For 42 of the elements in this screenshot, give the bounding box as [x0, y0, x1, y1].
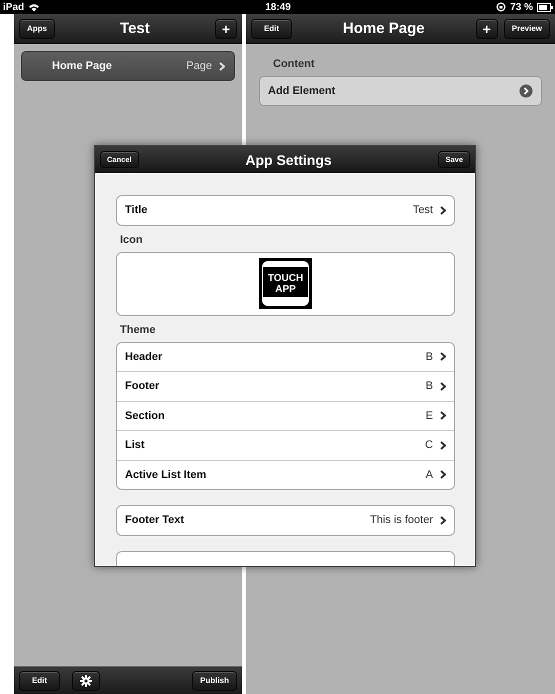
chevron-icon: [219, 62, 225, 70]
list-row[interactable]: Add Element: [259, 76, 542, 106]
section-label: Theme: [119, 324, 156, 338]
battery-icon: [536, 2, 553, 12]
section-label: Content: [272, 58, 316, 72]
chevron-icon: [440, 206, 446, 215]
wifi-icon: [28, 2, 40, 12]
settings-row[interactable]: List C: [117, 430, 454, 460]
settings-row[interactable]: Footer B: [117, 371, 454, 400]
add-button[interactable]: +: [214, 18, 237, 38]
publish-button[interactable]: Publish: [192, 670, 237, 690]
settings-icon: [80, 674, 92, 686]
settings-row[interactable]: Header B: [117, 342, 454, 371]
add-button[interactable]: +: [476, 18, 498, 38]
chevron-icon: [440, 440, 446, 450]
settings-row[interactable]: Active List Item A: [117, 460, 454, 489]
edit-button[interactable]: Edit: [19, 670, 60, 690]
header-title: Home Page: [342, 20, 426, 37]
arrow-circle-icon: [519, 84, 533, 98]
chevron-icon: [440, 352, 446, 362]
icon-text: TOUCH: [268, 272, 304, 284]
rotation-lock-icon: [496, 2, 506, 12]
settings-button[interactable]: [72, 670, 100, 690]
section-label: Icon: [119, 234, 144, 248]
chevron-icon: [440, 411, 446, 420]
icon-text: APP: [275, 284, 296, 294]
chevron-icon: [440, 516, 446, 525]
header-title: Test: [119, 20, 151, 37]
apps-button[interactable]: Apps: [19, 18, 55, 38]
sidebar-item[interactable]: Home Page Page: [21, 51, 235, 81]
chevron-icon: [440, 470, 446, 480]
settings-row[interactable]: Section E: [117, 400, 454, 430]
settings-row[interactable]: Title Test: [117, 196, 454, 224]
app-icon[interactable]: TOUCH APP: [259, 258, 312, 309]
edit-button[interactable]: Edit: [251, 18, 292, 38]
battery-percent: 73 %: [510, 2, 533, 12]
settings-row[interactable]: Footer Text This is footer: [117, 506, 454, 534]
chevron-icon: [440, 382, 446, 391]
clock: 18:49: [265, 2, 291, 12]
preview-button[interactable]: Preview: [504, 18, 550, 38]
dialog-title: App Settings: [244, 152, 333, 168]
device-name: iPad: [3, 2, 24, 12]
